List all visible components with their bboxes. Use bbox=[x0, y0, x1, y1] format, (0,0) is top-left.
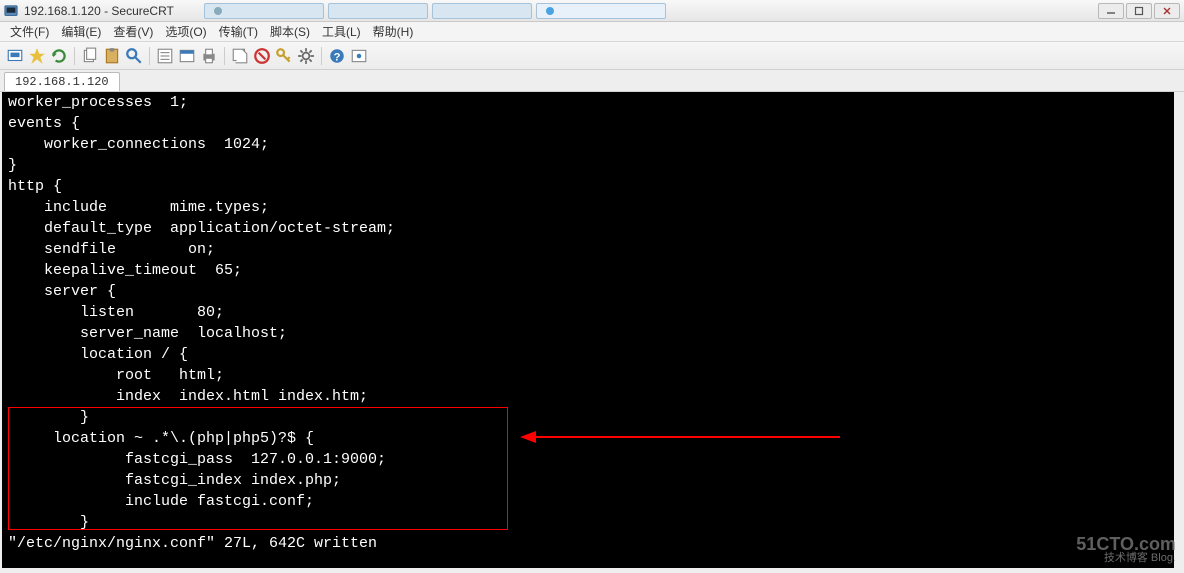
separator bbox=[149, 47, 150, 65]
browser-background-tabs bbox=[204, 3, 666, 19]
key-icon[interactable] bbox=[275, 47, 293, 65]
menu-help[interactable]: 帮助(H) bbox=[369, 21, 418, 42]
menu-transfer[interactable]: 传输(T) bbox=[215, 21, 262, 42]
quick-connect-icon[interactable] bbox=[28, 47, 46, 65]
separator bbox=[224, 47, 225, 65]
app-icon bbox=[4, 4, 18, 18]
separator bbox=[74, 47, 75, 65]
settings-icon[interactable] bbox=[297, 47, 315, 65]
about-icon[interactable] bbox=[350, 47, 368, 65]
copy-icon[interactable] bbox=[81, 47, 99, 65]
toolbar: ? bbox=[0, 42, 1184, 70]
menubar: 文件(F) 编辑(E) 查看(V) 选项(O) 传输(T) 脚本(S) 工具(L… bbox=[0, 22, 1184, 42]
bg-tab[interactable] bbox=[432, 3, 532, 19]
terminal-container: worker_processes 1; events { worker_conn… bbox=[0, 92, 1184, 572]
properties-icon[interactable] bbox=[156, 47, 174, 65]
window-titlebar: 192.168.1.120 - SecureCRT bbox=[0, 0, 1184, 22]
session-tab[interactable]: 192.168.1.120 bbox=[4, 72, 120, 91]
window-minimize-button[interactable] bbox=[1098, 3, 1124, 19]
menu-tools[interactable]: 工具(L) bbox=[318, 21, 365, 42]
help-icon[interactable]: ? bbox=[328, 47, 346, 65]
paste-icon[interactable] bbox=[103, 47, 121, 65]
window-close-button[interactable] bbox=[1154, 3, 1180, 19]
window-title: 192.168.1.120 - SecureCRT bbox=[24, 4, 174, 18]
bg-tab[interactable] bbox=[328, 3, 428, 19]
bg-tab-active[interactable] bbox=[536, 3, 666, 19]
terminal[interactable]: worker_processes 1; events { worker_conn… bbox=[2, 92, 1174, 568]
menu-file[interactable]: 文件(F) bbox=[6, 21, 53, 42]
window-maximize-button[interactable] bbox=[1126, 3, 1152, 19]
print-icon[interactable] bbox=[200, 47, 218, 65]
svg-text:?: ? bbox=[334, 51, 341, 63]
session-options-icon[interactable] bbox=[178, 47, 196, 65]
find-icon[interactable] bbox=[125, 47, 143, 65]
menu-script[interactable]: 脚本(S) bbox=[266, 21, 314, 42]
menu-edit[interactable]: 编辑(E) bbox=[57, 21, 105, 42]
new-session-icon[interactable] bbox=[231, 47, 249, 65]
disconnect-icon[interactable] bbox=[253, 47, 271, 65]
menu-view[interactable]: 查看(V) bbox=[109, 21, 157, 42]
menu-options[interactable]: 选项(O) bbox=[161, 21, 210, 42]
connect-icon[interactable] bbox=[6, 47, 24, 65]
reconnect-icon[interactable] bbox=[50, 47, 68, 65]
session-tabstrip: 192.168.1.120 × bbox=[0, 70, 1184, 92]
bg-tab[interactable] bbox=[204, 3, 324, 19]
separator bbox=[321, 47, 322, 65]
